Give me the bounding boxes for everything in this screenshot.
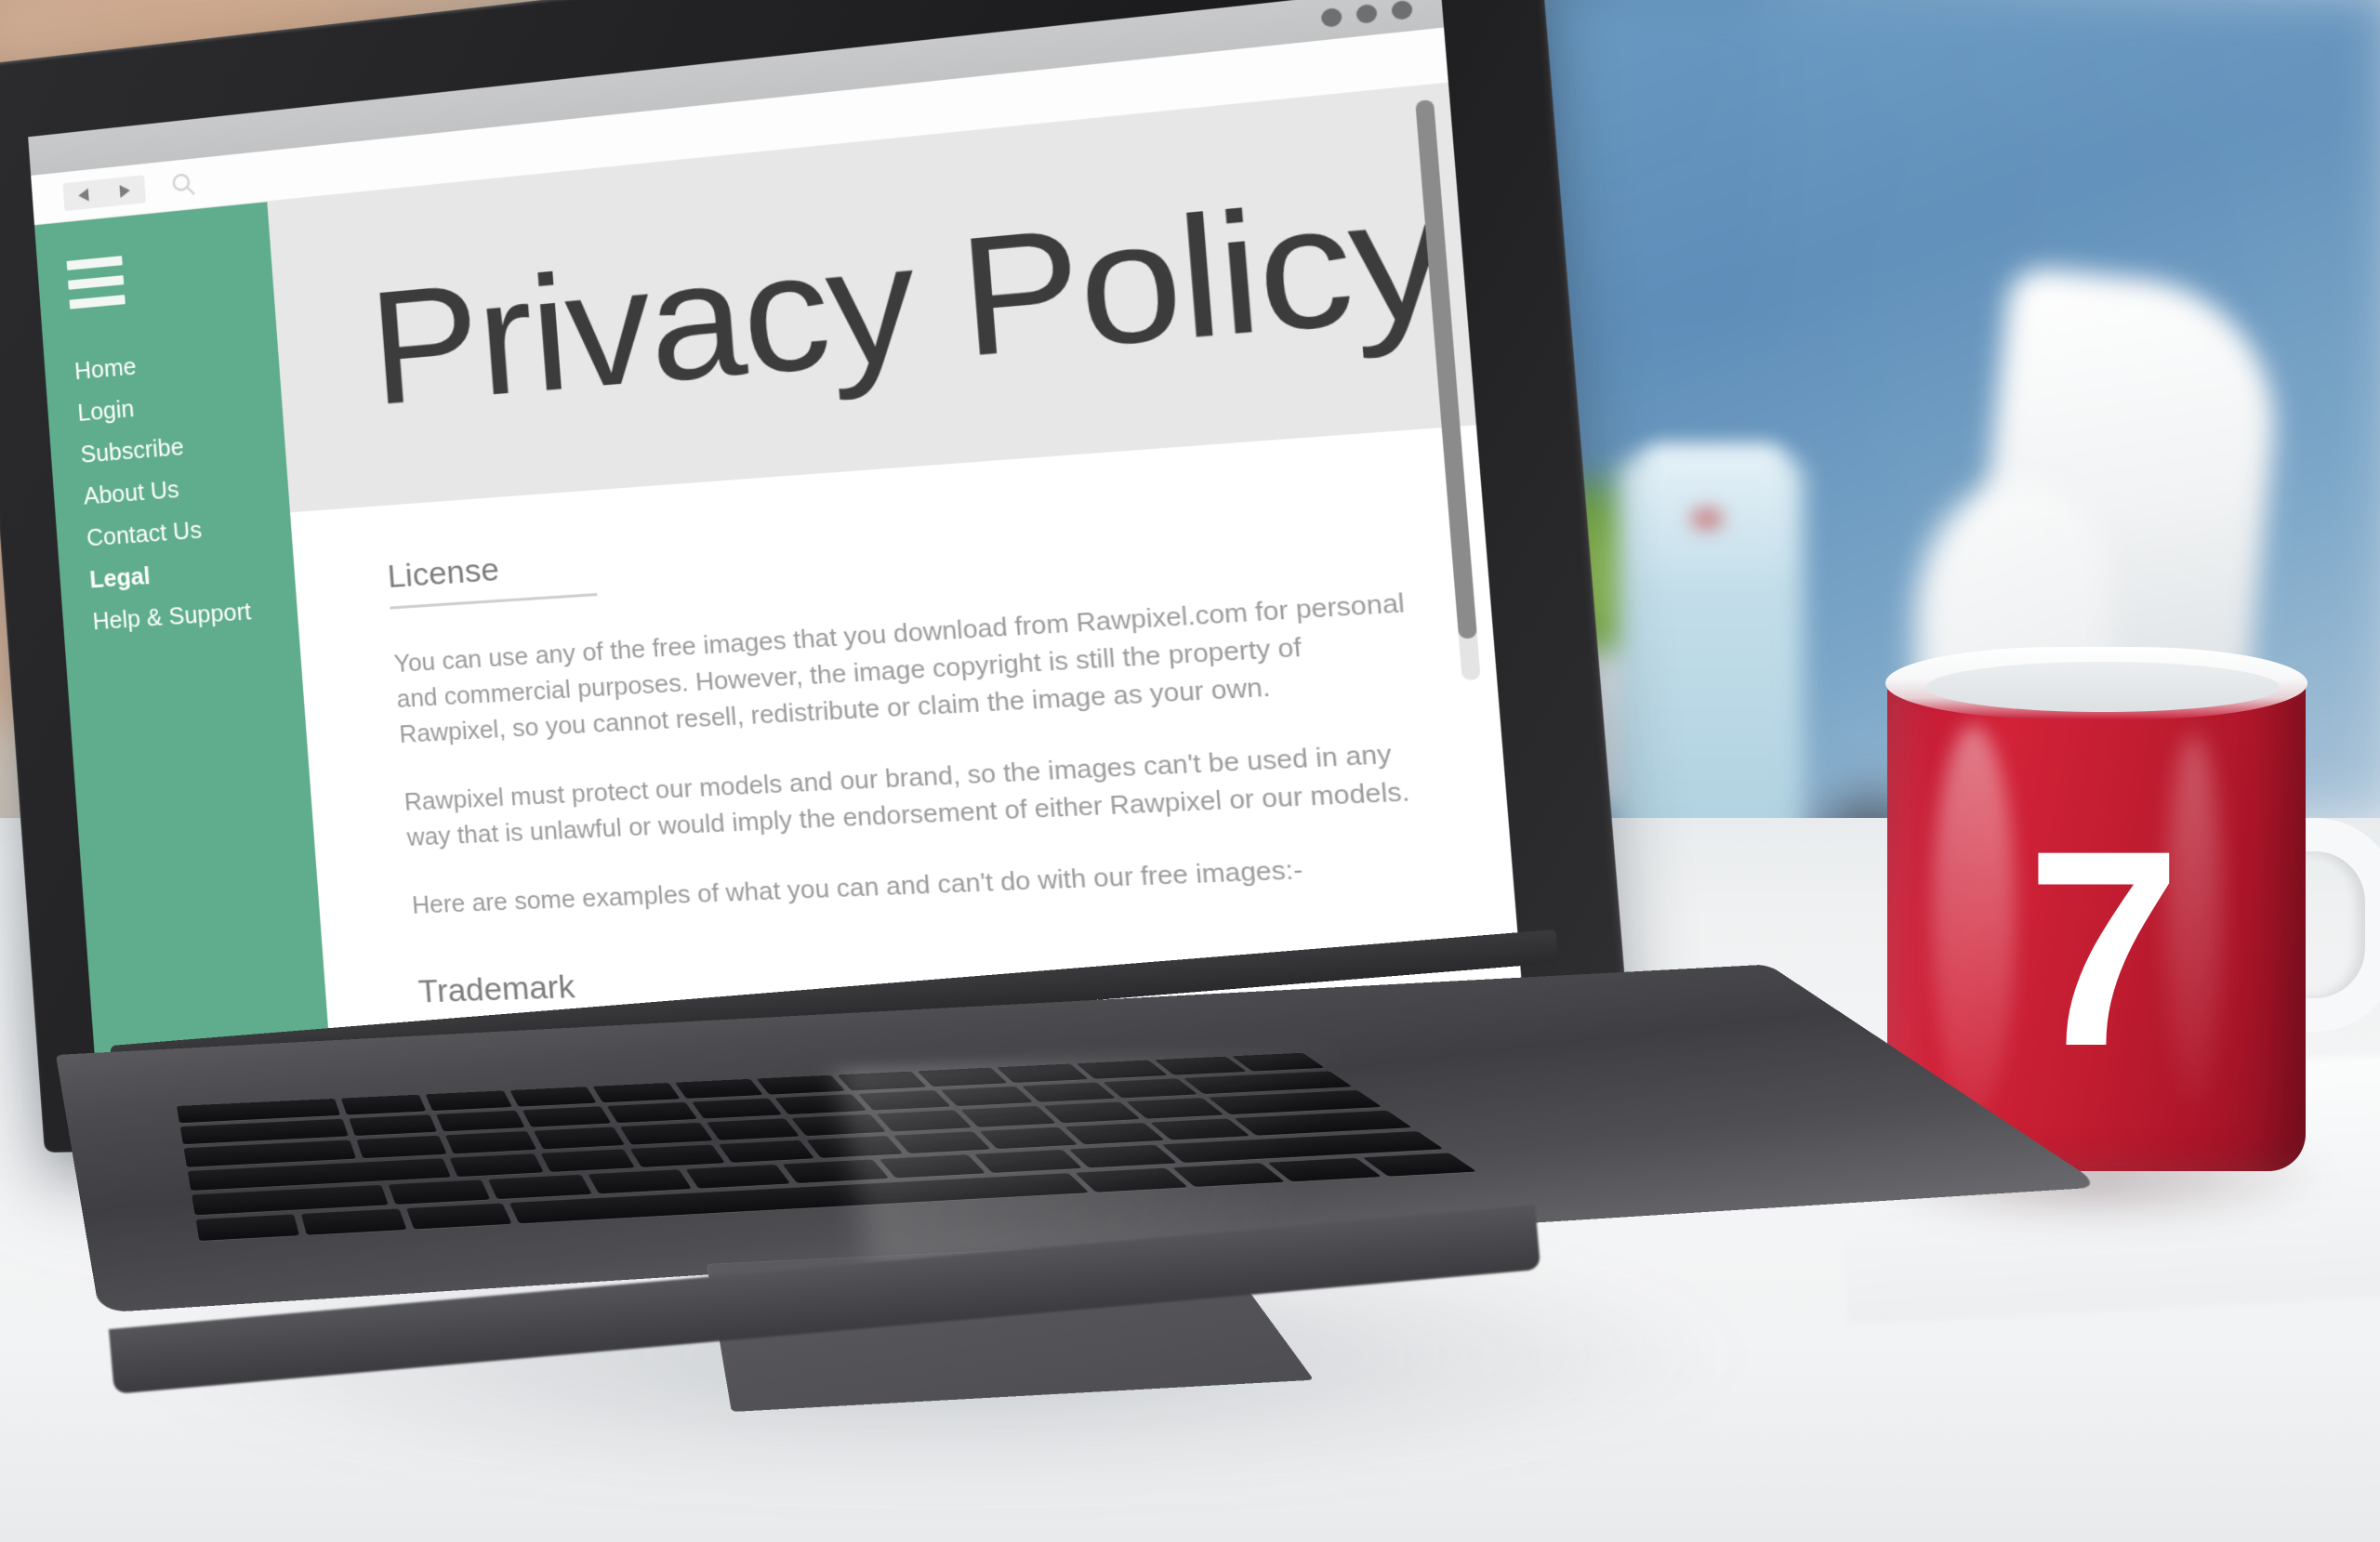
hamburger-bar-2 <box>68 275 125 290</box>
key[interactable] <box>879 1153 986 1179</box>
license-paragraph-1: You can use any of the free images that … <box>392 588 1406 749</box>
hamburger-bar-1 <box>66 256 123 270</box>
key[interactable] <box>858 1089 951 1111</box>
search-icon <box>168 169 198 200</box>
key[interactable] <box>349 1114 438 1137</box>
navigation-buttons <box>62 174 147 211</box>
window-dot-3[interactable] <box>1391 0 1413 20</box>
key[interactable] <box>892 1130 991 1153</box>
key[interactable] <box>837 1071 928 1091</box>
key[interactable] <box>341 1094 427 1115</box>
key[interactable] <box>1022 1082 1117 1102</box>
key[interactable] <box>449 1153 544 1177</box>
key[interactable] <box>1076 1060 1169 1079</box>
license-heading: License <box>386 551 501 595</box>
key[interactable] <box>425 1090 512 1112</box>
laptop: Home Login Subscribe About Us Contact Us… <box>0 0 2105 1542</box>
mug-rim-inner <box>1926 662 2280 712</box>
page-content: Privacy Policy License You can use any o… <box>267 83 1527 1072</box>
laptop-screen: Home Login Subscribe About Us Contact Us… <box>28 0 1527 1072</box>
license-heading-rule <box>390 592 598 610</box>
key[interactable] <box>1068 1144 1177 1168</box>
key[interactable] <box>774 1094 867 1115</box>
laptop-lid: Home Login Subscribe About Us Contact Us… <box>0 0 1637 1153</box>
search-input[interactable] <box>168 169 198 200</box>
key[interactable] <box>1233 1110 1412 1136</box>
license-paragraph-2: Rawpixel must protect our models and our… <box>403 740 1411 852</box>
mug-number-label: 7 <box>2026 792 2182 1104</box>
key[interactable] <box>979 1127 1078 1149</box>
key[interactable] <box>1103 1078 1198 1099</box>
window-dot-2[interactable] <box>1355 3 1378 25</box>
key[interactable] <box>718 1140 814 1163</box>
photo-scene: 7 Home Login Subscribe About Us Contact … <box>0 0 2380 1542</box>
key[interactable] <box>940 1086 1035 1107</box>
key[interactable] <box>960 1106 1057 1127</box>
key[interactable] <box>388 1180 491 1205</box>
window-controls[interactable] <box>1320 0 1413 29</box>
key[interactable] <box>488 1174 592 1200</box>
key[interactable] <box>997 1063 1089 1084</box>
key[interactable] <box>620 1122 713 1145</box>
key[interactable] <box>917 1067 1009 1087</box>
key[interactable] <box>791 1114 887 1136</box>
license-paragraph-3: Here are some examples of what you can a… <box>411 856 1304 919</box>
key[interactable] <box>674 1078 763 1100</box>
key[interactable] <box>522 1106 612 1127</box>
key[interactable] <box>1126 1098 1224 1119</box>
key[interactable] <box>592 1082 681 1103</box>
key[interactable] <box>805 1135 904 1158</box>
key[interactable] <box>1149 1118 1250 1140</box>
section-license: License You can use any of the free imag… <box>386 488 1436 924</box>
key[interactable] <box>435 1110 525 1132</box>
hamburger-menu-icon[interactable] <box>66 242 274 310</box>
key[interactable] <box>607 1101 698 1124</box>
key[interactable] <box>706 1118 800 1140</box>
key[interactable] <box>509 1087 597 1107</box>
key[interactable] <box>685 1164 791 1189</box>
key[interactable] <box>1208 1089 1382 1114</box>
key[interactable] <box>691 1098 783 1119</box>
key[interactable] <box>629 1144 725 1167</box>
key[interactable] <box>756 1074 846 1095</box>
key[interactable] <box>1064 1122 1165 1145</box>
key[interactable] <box>876 1110 972 1132</box>
key[interactable] <box>973 1149 1082 1173</box>
key[interactable] <box>539 1149 635 1172</box>
key[interactable] <box>1043 1101 1141 1124</box>
hamburger-bar-3 <box>69 295 126 310</box>
window-dot-1[interactable] <box>1320 7 1342 29</box>
key[interactable] <box>444 1131 536 1154</box>
web-page: Home Login Subscribe About Us Contact Us… <box>34 83 1527 1072</box>
back-arrow-icon[interactable] <box>62 178 105 210</box>
key[interactable] <box>1154 1056 1247 1075</box>
key[interactable] <box>533 1127 626 1150</box>
nav-list: Home Login Subscribe About Us Contact Us… <box>44 334 298 645</box>
key[interactable] <box>356 1135 447 1158</box>
key[interactable] <box>587 1169 692 1194</box>
forward-arrow-icon[interactable] <box>103 175 146 206</box>
key[interactable] <box>782 1159 889 1183</box>
page-title: Privacy Policy <box>364 158 1452 439</box>
